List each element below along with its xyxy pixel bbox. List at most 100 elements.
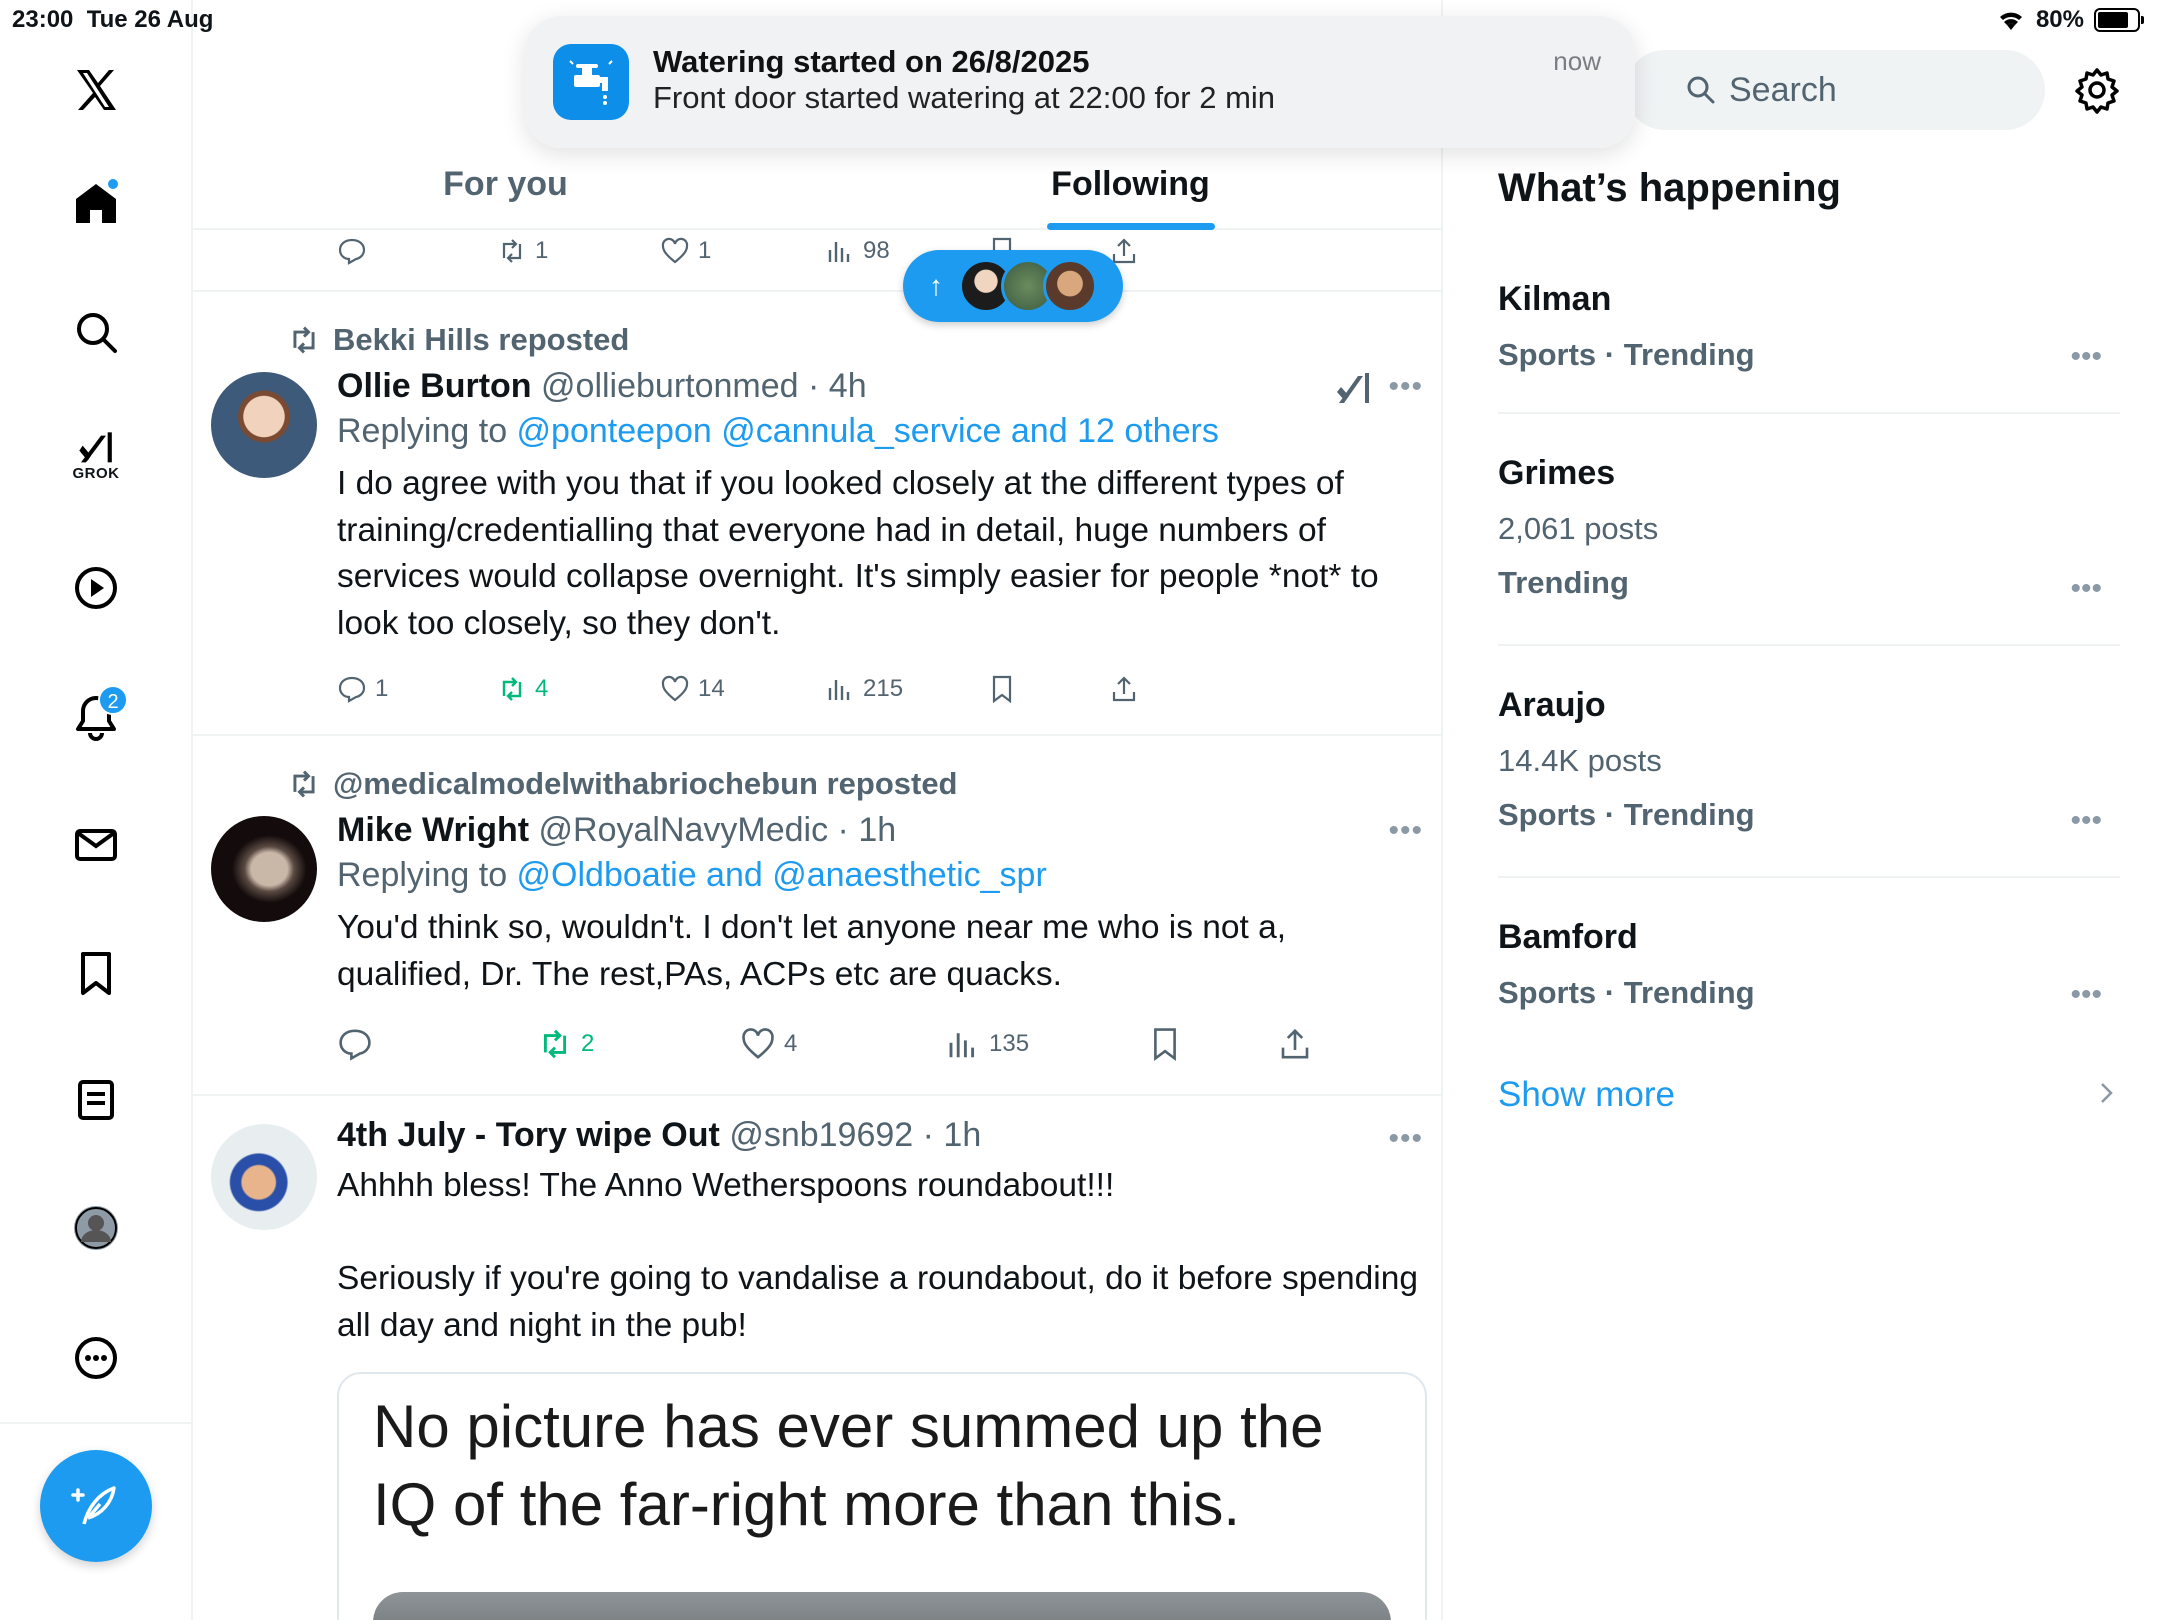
retweet-count: 1 xyxy=(535,237,549,264)
trend-item[interactable]: Kilman Sports · Trending ••• xyxy=(1498,280,2120,414)
retweet-icon xyxy=(293,326,315,354)
replying-to-users[interactable]: @Oldboatie and @anaesthetic_spr xyxy=(517,856,1047,894)
left-nav-rail: GROK 2 xyxy=(0,0,193,1620)
separator-dot: · xyxy=(913,1116,944,1154)
compose-button[interactable] xyxy=(40,1450,152,1562)
tweet-header: 4th July - Tory wipe Out @snb19692 · 1h xyxy=(337,1116,1423,1155)
x-logo-icon[interactable] xyxy=(56,50,136,130)
media-photo-strip xyxy=(373,1592,1391,1620)
tweet-more-icon[interactable]: ••• xyxy=(1388,1122,1423,1156)
tweet-text: You'd think so, wouldn't. I don't let an… xyxy=(337,909,1287,993)
notifications-icon[interactable]: 2 xyxy=(56,677,136,757)
reply-button[interactable] xyxy=(337,236,497,266)
tweet-actions: 1 4 14 215 xyxy=(337,674,1139,704)
bookmark-button[interactable] xyxy=(987,674,1109,704)
author-handle[interactable]: @snb19692 xyxy=(729,1116,913,1154)
tweet-more-icon[interactable]: ••• xyxy=(1388,814,1423,848)
tab-for-you[interactable]: For you xyxy=(193,140,818,228)
search-input[interactable]: Search xyxy=(1625,50,2045,130)
trend-item[interactable]: Araujo 14.4K posts Sports · Trending ••• xyxy=(1498,686,2120,878)
author-name[interactable]: 4th July - Tory wipe Out xyxy=(337,1116,720,1154)
views-button[interactable]: 135 xyxy=(945,1026,1147,1062)
status-time: 23:00 xyxy=(12,6,74,33)
retweet-button[interactable]: 2 xyxy=(537,1026,740,1062)
lists-icon[interactable] xyxy=(56,1060,136,1140)
battery-percent: 80% xyxy=(2035,6,2084,33)
like-button[interactable]: 14 xyxy=(660,674,825,704)
tweet-media-image[interactable]: No picture has ever summed up the IQ of … xyxy=(337,1372,1427,1620)
tweet-time[interactable]: 1h xyxy=(943,1116,981,1154)
tab-following[interactable]: Following xyxy=(818,140,1441,230)
reply-button[interactable] xyxy=(337,1026,537,1062)
profile-icon[interactable] xyxy=(56,1188,136,1268)
video-icon[interactable] xyxy=(56,548,136,628)
author-handle[interactable]: @RoyalNavyMedic xyxy=(539,811,829,849)
grok-icon[interactable]: GROK xyxy=(56,415,136,495)
reply-count: 1 xyxy=(375,675,389,702)
home-icon[interactable] xyxy=(56,163,136,243)
show-more-link[interactable]: Show more xyxy=(1498,1075,1675,1115)
avatar[interactable] xyxy=(211,1124,317,1230)
bookmarks-icon[interactable] xyxy=(56,933,136,1013)
tweet[interactable]: Bekki Hills reposted Ollie Burton @ollie… xyxy=(193,292,1441,736)
bookmark-button[interactable] xyxy=(1147,1026,1277,1062)
notification-body: Front door started watering at 22:00 for… xyxy=(653,80,1276,115)
trend-category: Sports · Trending xyxy=(1498,797,1755,832)
tweet-time[interactable]: 1h xyxy=(858,811,896,849)
partial-tweet: 1 1 98 xyxy=(193,230,1441,292)
search-icon xyxy=(1687,76,1715,104)
share-button[interactable] xyxy=(1109,674,1139,704)
views-button[interactable]: 215 xyxy=(825,674,987,704)
retweet-count: 4 xyxy=(535,675,549,702)
tweet-time[interactable]: 4h xyxy=(829,367,867,405)
chevron-right-icon[interactable] xyxy=(2095,1078,2119,1108)
trend-item[interactable]: Bamford Sports · Trending ••• xyxy=(1498,918,2120,1038)
grok-label: GROK xyxy=(72,464,120,482)
settings-gear-icon[interactable] xyxy=(2073,66,2121,114)
notification-title: Watering started on 26/8/2025 xyxy=(653,44,1090,79)
trend-posts: 2,061 posts xyxy=(1498,511,1659,546)
retweet-button[interactable]: 1 xyxy=(497,236,660,266)
search-icon[interactable] xyxy=(56,292,136,372)
avatar[interactable] xyxy=(211,816,317,922)
bookmark-icon xyxy=(1154,1028,1176,1062)
replying-prefix: Replying to xyxy=(337,856,517,894)
more-icon[interactable] xyxy=(56,1318,136,1398)
notification-banner[interactable]: Watering started on 26/8/2025 Front door… xyxy=(525,16,1635,148)
replying-to: Replying to @ponteepon @cannula_service … xyxy=(337,412,1423,451)
repost-line: Bekki Hills reposted xyxy=(287,322,1423,358)
avatar[interactable] xyxy=(211,372,317,478)
reply-button[interactable]: 1 xyxy=(337,674,497,704)
tweet-repost-header: @medicalmodelwithabriochebun reposted xyxy=(293,766,1423,802)
battery-fill xyxy=(2098,12,2129,28)
tweet-more-icon[interactable]: ••• xyxy=(1388,370,1423,404)
heart-icon xyxy=(661,237,689,264)
trend-category: Sports · Trending xyxy=(1498,337,1755,372)
share-icon xyxy=(1281,1028,1309,1059)
messages-icon[interactable] xyxy=(56,805,136,885)
bookmark-icon xyxy=(992,675,1012,704)
trend-name: Grimes xyxy=(1498,454,1616,492)
author-name[interactable]: Ollie Burton xyxy=(337,367,532,405)
trend-more-icon[interactable]: ••• xyxy=(2070,340,2102,374)
trend-more-icon[interactable]: ••• xyxy=(2070,804,2102,838)
trend-more-icon[interactable]: ••• xyxy=(2070,978,2102,1012)
retweet-icon xyxy=(543,1029,567,1059)
like-button[interactable]: 1 xyxy=(660,236,825,266)
trend-item[interactable]: Grimes 2,061 posts Trending ••• xyxy=(1498,454,2120,646)
grok-explain-icon[interactable] xyxy=(1336,370,1372,406)
like-button[interactable]: 4 xyxy=(740,1026,945,1062)
trend-more-icon[interactable]: ••• xyxy=(2070,572,2102,606)
share-button[interactable] xyxy=(1277,1026,1313,1062)
author-handle[interactable]: @ollieburtonmed xyxy=(541,367,799,405)
right-sidebar: Search What’s happening Kilman Sports · … xyxy=(1445,0,2160,1620)
trend-category: Trending xyxy=(1498,565,1629,600)
retweet-icon xyxy=(502,239,522,263)
retweet-button[interactable]: 4 xyxy=(497,674,660,704)
views-icon xyxy=(949,1033,975,1058)
author-name[interactable]: Mike Wright xyxy=(337,811,529,849)
replying-to-users[interactable]: @ponteepon @cannula_service and 12 other… xyxy=(517,412,1219,450)
new-posts-pill[interactable]: ↑ xyxy=(903,250,1123,322)
battery-icon xyxy=(2094,8,2144,32)
tweet[interactable]: @medicalmodelwithabriochebun reposted Mi… xyxy=(193,736,1441,1096)
